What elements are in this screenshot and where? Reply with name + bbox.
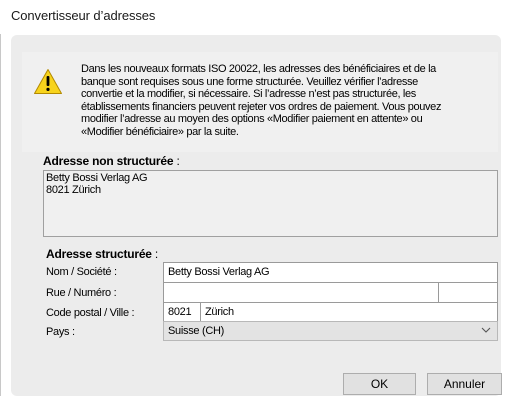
house-number-field[interactable] bbox=[438, 282, 498, 303]
info-line: convertie et la modifier, si nécessaire.… bbox=[81, 88, 416, 101]
country-select[interactable]: Suisse (CH) bbox=[163, 321, 498, 341]
info-line: Dans les nouveaux formats ISO 20022, les… bbox=[81, 63, 436, 75]
street-field[interactable] bbox=[163, 282, 439, 303]
ok-button[interactable]: OK bbox=[343, 373, 416, 395]
structured-address-label: Adresse structurée bbox=[46, 247, 152, 261]
cancel-button[interactable]: Annuler bbox=[427, 373, 502, 395]
structured-address-heading: Adresse structurée : bbox=[46, 247, 158, 261]
info-line: «Modifier bénéficiaire» par la suite. bbox=[81, 125, 239, 138]
info-message: Dans les nouveaux formats ISO 20022, les… bbox=[81, 63, 481, 139]
unstructured-address-line: Betty Bossi Verlag AG bbox=[46, 172, 148, 184]
unstructured-address-label: Adresse non structurée bbox=[43, 154, 174, 168]
info-line: banque sont requises sous une forme stru… bbox=[81, 75, 418, 88]
window-title: Convertisseur d’adresses bbox=[11, 8, 156, 23]
country-label: Pays : bbox=[46, 326, 75, 338]
name-label: Nom / Société : bbox=[46, 266, 117, 278]
title-bar: Convertisseur d’adresses bbox=[0, 0, 506, 34]
chevron-down-icon bbox=[481, 327, 491, 333]
unstructured-address-line: 8021 Zürich bbox=[46, 184, 101, 196]
name-field[interactable]: Betty Bossi Verlag AG bbox=[163, 262, 498, 283]
structured-address-colon: : bbox=[151, 247, 159, 261]
info-line: établissements financiers peuvent rejete… bbox=[81, 100, 442, 113]
unstructured-address-box[interactable]: Betty Bossi Verlag AG 8021 Zürich bbox=[43, 170, 498, 237]
street-label: Rue / Numéro : bbox=[46, 287, 117, 299]
unstructured-address-heading: Adresse non structurée : bbox=[43, 154, 180, 168]
country-select-value: Suisse (CH) bbox=[168, 325, 224, 337]
info-line: modifier l’adresse au moyen des options … bbox=[81, 113, 423, 126]
city-field[interactable]: Zürich bbox=[200, 302, 498, 323]
unstructured-address-colon: : bbox=[173, 154, 180, 168]
window-border bbox=[0, 34, 1, 396]
zip-field[interactable]: 8021 bbox=[163, 302, 201, 323]
warning-icon bbox=[34, 69, 62, 94]
zip-city-label: Code postal / Ville : bbox=[46, 307, 135, 319]
